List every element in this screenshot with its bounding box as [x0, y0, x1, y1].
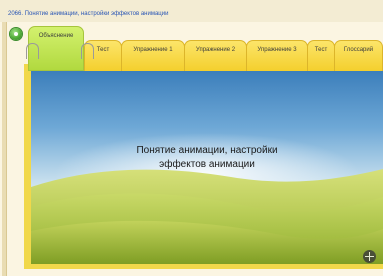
tab-label: Тест [314, 47, 328, 53]
tab-glossary[interactable]: Глоссарий [334, 40, 383, 71]
tab-label: Упражнение 2 [195, 47, 236, 53]
binder-ring [81, 43, 94, 59]
expand-icon[interactable] [363, 250, 376, 263]
tab-label: Упражнение 1 [133, 47, 173, 53]
course-title: 2066. Понятие анимации, настройки эффект… [8, 11, 169, 17]
left-rail [2, 22, 7, 276]
slide-title: Понятие анимации, настройки эффектов ани… [31, 144, 383, 172]
tab-exercise-1[interactable]: Упражнение 1 [121, 40, 185, 71]
tab-label: Объяснение [38, 33, 74, 39]
tab-label: Упражнение 3 [257, 47, 297, 53]
binder-ring [26, 43, 39, 59]
back-button[interactable] [10, 28, 22, 40]
slide-title-line: эффектов анимации [159, 159, 255, 170]
tab-label: Глоссарий [343, 47, 374, 53]
slide-area: Понятие анимации, настройки эффектов ани… [31, 69, 383, 264]
tab-exercise-2[interactable]: Упражнение 2 [184, 40, 247, 71]
tab-test-2[interactable]: Тест [307, 40, 335, 71]
top-bar: 2066. Понятие анимации, настройки эффект… [0, 0, 383, 22]
slide-title-line: Понятие анимации, настройки [136, 145, 278, 156]
tab-exercise-3[interactable]: Упражнение 3 [246, 40, 308, 71]
